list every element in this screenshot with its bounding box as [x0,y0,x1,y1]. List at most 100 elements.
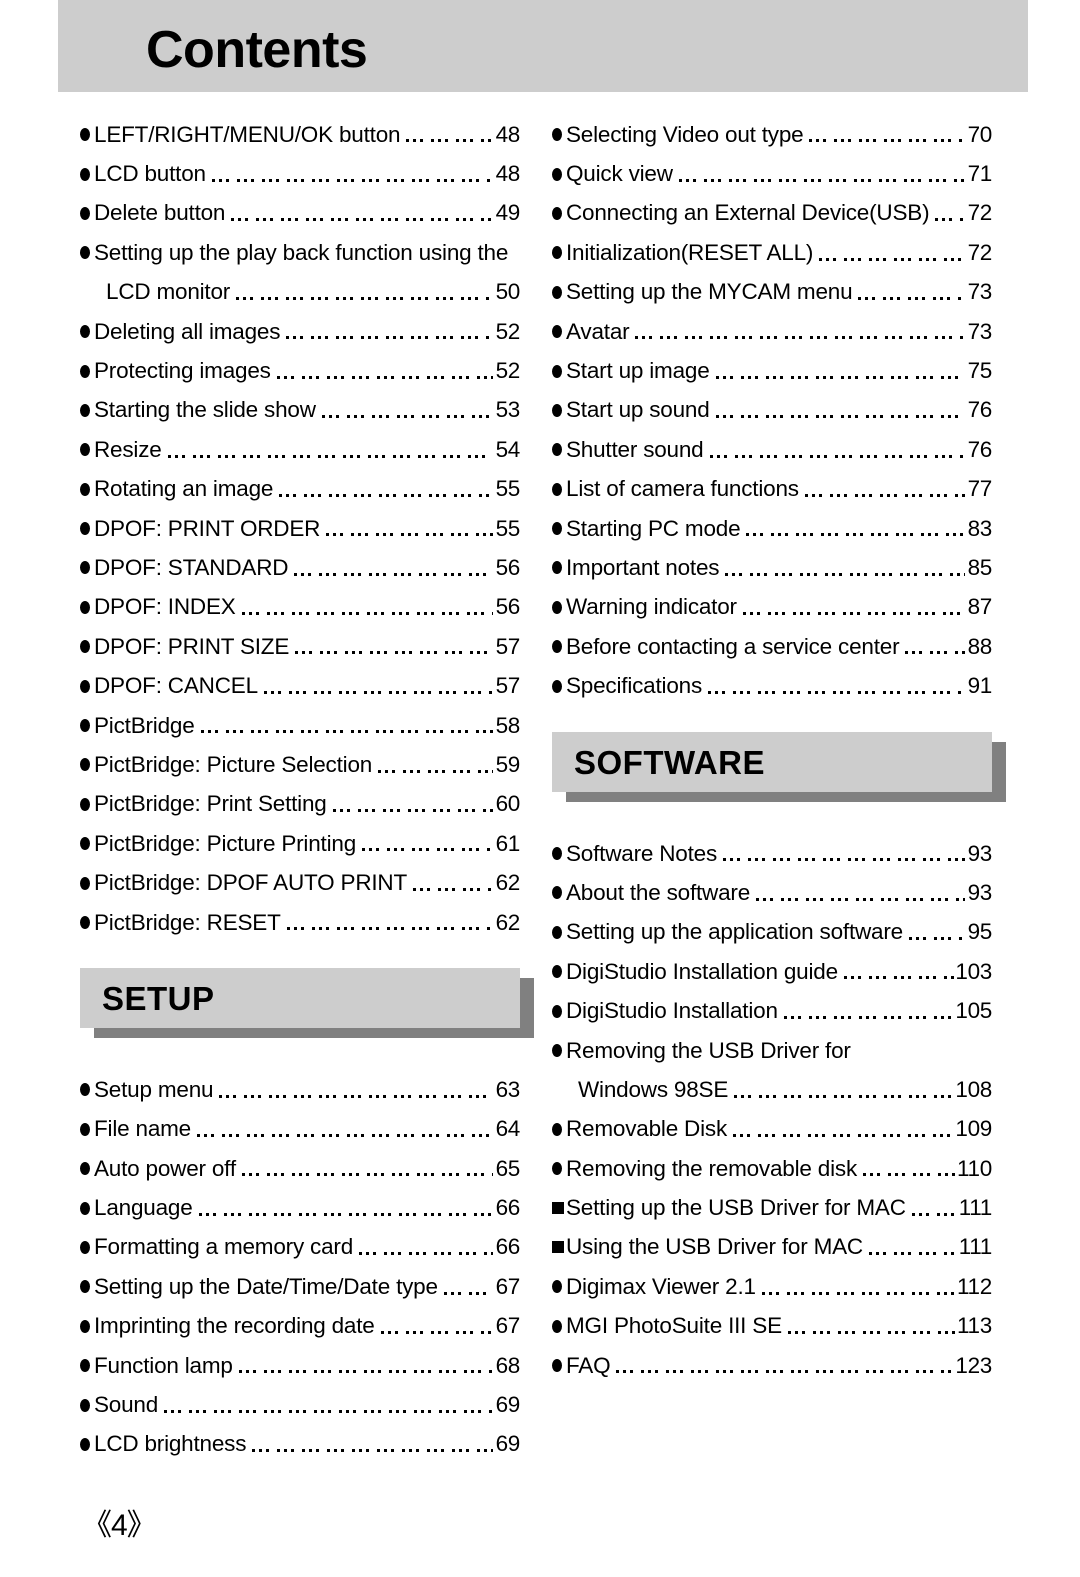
toc-entry[interactable]: LCD brightness 69 [80,1425,520,1464]
toc-entry[interactable]: LEFT/RIGHT/MENU/OK button 48 [80,115,520,154]
toc-entry-page-number: 67 [495,1273,521,1299]
toc-entry[interactable]: Before contacting a service center 88 [552,627,992,666]
toc-entry-page-number: 69 [495,1431,521,1457]
toc-entry[interactable]: Setup menu 63 [80,1070,520,1109]
dot-leader [286,312,493,351]
toc-entry[interactable]: Start up image 75 [552,351,992,390]
toc-entry[interactable]: Auto power off 65 [80,1149,520,1188]
toc-entry[interactable]: DPOF: PRINT ORDER 55 [80,509,520,548]
round-bullet-icon [552,206,566,220]
dot-leader [332,785,493,824]
toc-entry[interactable]: About the software 93 [552,873,992,912]
toc-entry[interactable]: DPOF: STANDARD 56 [80,548,520,587]
dot-leader [709,430,966,469]
toc-entry[interactable]: Removable Disk 109 [552,1110,992,1149]
dot-leader [911,1188,958,1227]
toc-entry[interactable]: Setting up the application software 95 [552,913,992,952]
toc-entry[interactable]: Software Notes 93 [552,834,992,873]
toc-entry[interactable]: List of camera functions 77 [552,470,992,509]
toc-entry[interactable]: Starting the slide show 53 [80,391,520,430]
toc-entry-page-number: 61 [495,830,521,856]
toc-entry[interactable]: Protecting images 52 [80,351,520,390]
toc-entry[interactable]: Resize 54 [80,430,520,469]
toc-entry-label: DPOF: CANCEL [94,673,258,699]
round-bullet-icon [80,876,94,890]
dot-leader [678,154,965,193]
toc-entry[interactable]: PictBridge: RESET 62 [80,903,520,942]
toc-entry[interactable]: DPOF: PRINT SIZE 57 [80,627,520,666]
toc-entry[interactable]: Setting up the USB Driver for MAC 111 [552,1188,992,1227]
toc-entry[interactable]: Using the USB Driver for MAC 111 [552,1228,992,1267]
dot-leader [380,1307,493,1346]
toc-entry[interactable]: Important notes 85 [552,548,992,587]
toc-entry[interactable]: Start up sound 76 [552,391,992,430]
toc-entry-label: Removable Disk [566,1116,728,1142]
page-title: Contents [146,21,368,79]
toc-entry-page-number: 93 [967,840,993,866]
toc-entry[interactable]: Removing the removable disk 110 [552,1149,992,1188]
toc-entry[interactable]: Specifications 91 [552,666,992,705]
toc-entry[interactable]: DigiStudio Installation 105 [552,991,992,1030]
toc-entry-label: Start up image [566,358,710,384]
toc-entry[interactable]: Deleting all images 52 [80,312,520,351]
toc-entry[interactable]: Shutter sound 76 [552,430,992,469]
toc-entry-page-number: 48 [495,121,521,147]
toc-entry[interactable]: Setting up the MYCAM menu 73 [552,273,992,312]
toc-entry[interactable]: FAQ 123 [552,1346,992,1385]
toc-entry[interactable]: LCD monitor 50 [80,273,520,312]
dot-leader [742,588,965,627]
toc-entry-page-number: 108 [955,1076,992,1102]
toc-entry[interactable]: MGI PhotoSuite III SE 113 [552,1307,992,1346]
toc-entry[interactable]: PictBridge: DPOF AUTO PRINT 62 [80,863,520,902]
toc-entry[interactable]: Setting up the play back function using … [80,233,520,272]
toc-entry[interactable]: Formatting a memory card 66 [80,1228,520,1267]
toc-entry[interactable]: Selecting Video out type 70 [552,115,992,154]
toc-entry[interactable]: PictBridge: Print Setting 60 [80,785,520,824]
toc-entry-page-number: 53 [495,397,521,423]
toc-entry[interactable]: Sound 69 [80,1385,520,1424]
dot-leader [241,588,493,627]
toc-entry[interactable]: Avatar 73 [552,312,992,351]
toc-entry[interactable]: Initialization(RESET ALL) 72 [552,233,992,272]
toc-entry[interactable]: Rotating an image 55 [80,470,520,509]
toc-entry[interactable]: Connecting an External Device(USB) 72 [552,194,992,233]
toc-entry[interactable]: LCD button 48 [80,154,520,193]
toc-entry[interactable]: Windows 98SE 108 [552,1070,992,1109]
toc-entry[interactable]: DPOF: CANCEL 57 [80,666,520,705]
round-bullet-icon [80,719,94,733]
dot-leader [868,1228,958,1267]
toc-entry-label: Setting up the application software [566,919,903,945]
toc-entry[interactable]: Starting PC mode 83 [552,509,992,548]
toc-entry[interactable]: Language 66 [80,1188,520,1227]
toc-entry-page-number: 113 [957,1313,992,1339]
round-bullet-icon [80,246,94,260]
toc-entry[interactable]: DigiStudio Installation guide 103 [552,952,992,991]
round-bullet-icon [80,1201,94,1215]
toc-entry[interactable]: Imprinting the recording date 67 [80,1307,520,1346]
toc-entry-label: DigiStudio Installation [566,998,778,1024]
dot-leader [326,509,493,548]
toc-entry[interactable]: PictBridge: Picture Selection 59 [80,745,520,784]
dot-leader [616,1346,955,1385]
round-bullet-icon [552,640,566,654]
toc-entry-label: Using the USB Driver for MAC [566,1234,863,1260]
dot-leader [362,824,493,863]
toc-entry[interactable]: Setting up the Date/Time/Date type 67 [80,1267,520,1306]
dot-leader [708,666,965,705]
toc-entry[interactable]: Digimax Viewer 2.1 112 [552,1267,992,1306]
section-banner: SOFTWARE [552,726,1006,804]
toc-entry-page-number: 62 [495,909,521,935]
toc-entry[interactable]: File name 64 [80,1110,520,1149]
toc-entry-label: Important notes [566,554,720,580]
toc-entry[interactable]: Delete button 49 [80,194,520,233]
round-bullet-icon [80,1240,94,1254]
toc-entry[interactable]: DPOF: INDEX 56 [80,588,520,627]
toc-entry[interactable]: Warning indicator 87 [552,588,992,627]
toc-entry[interactable]: Function lamp 68 [80,1346,520,1385]
toc-entry[interactable]: Quick view 71 [552,154,992,193]
toc-entry[interactable]: PictBridge: Picture Printing 61 [80,824,520,863]
toc-entry[interactable]: PictBridge 58 [80,706,520,745]
toc-entry[interactable]: Removing the USB Driver for [552,1031,992,1070]
dot-leader [252,1425,493,1464]
